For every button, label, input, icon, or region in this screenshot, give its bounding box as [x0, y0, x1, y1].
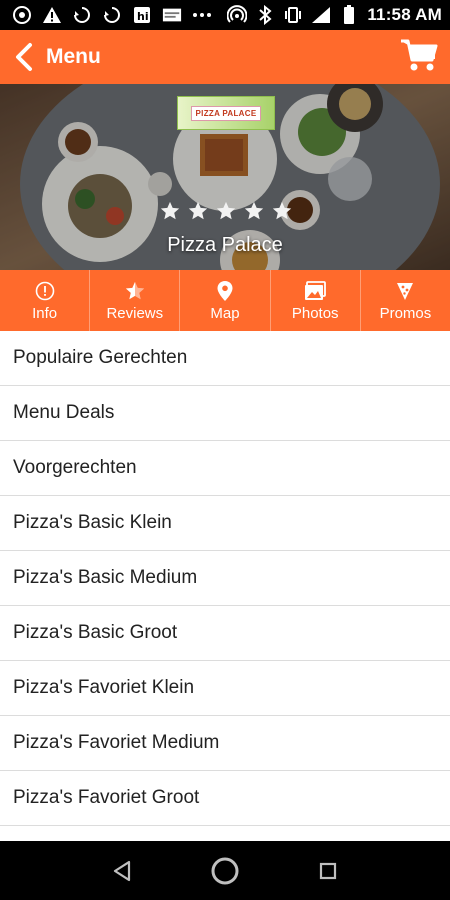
hotspot-icon: [227, 5, 248, 25]
more-dots-icon: [192, 5, 212, 25]
menu-category-item[interactable]: Pizza's Favoriet Groot: [0, 771, 450, 826]
menu-category-item[interactable]: Pizza's Basic Klein: [0, 496, 450, 551]
tab-label: Photos: [291, 304, 339, 322]
info-icon: [34, 280, 56, 302]
battery-icon: [339, 5, 359, 25]
tab-label: Reviews: [106, 304, 164, 322]
star-icon: [188, 201, 208, 220]
recycle-icon: [102, 5, 122, 25]
tab-map[interactable]: Map: [180, 270, 271, 331]
status-clock: 11:58 AM: [367, 5, 442, 24]
tab-reviews[interactable]: Reviews: [90, 270, 181, 331]
restaurant-tabs: Info Reviews Map Photos Promos: [0, 270, 450, 331]
menu-category-list: Populaire Gerechten Menu Deals Voorgerec…: [0, 331, 450, 841]
menu-category-item[interactable]: Pizza's Favoriet Medium: [0, 716, 450, 771]
menu-category-item[interactable]: Populaire Gerechten: [0, 331, 450, 386]
logo-text: PIZZA PALACE: [190, 105, 262, 121]
restaurant-hero: PIZZA PALACE Pizza Palace: [0, 84, 450, 270]
status-bar: hi 11:58 AM: [0, 0, 450, 30]
cart-button[interactable]: [398, 37, 440, 77]
cart-icon: [400, 38, 438, 77]
tab-photos[interactable]: Photos: [271, 270, 361, 331]
star-icon: [216, 201, 236, 220]
nav-home-button[interactable]: [205, 851, 245, 891]
tab-promos[interactable]: Promos: [361, 270, 450, 331]
recycle-icon: [72, 5, 92, 25]
page-title: Menu: [46, 45, 101, 68]
vibrate-icon: [283, 5, 303, 25]
bluetooth-icon: [255, 5, 275, 25]
nav-recents-button[interactable]: [308, 851, 348, 891]
warning-icon: [42, 5, 62, 25]
system-nav-bar: [0, 841, 450, 900]
news-app-icon: [162, 5, 182, 25]
menu-category-item[interactable]: Voorgerechten: [0, 441, 450, 496]
star-icon: [160, 201, 180, 220]
system-icons: 11:58 AM: [227, 5, 442, 25]
svg-text:hi: hi: [137, 10, 149, 23]
chrome-icon: [12, 5, 32, 25]
tab-label: Map: [210, 304, 240, 322]
restaurant-logo: PIZZA PALACE: [177, 96, 275, 130]
signal-icon: [311, 5, 331, 25]
hi-app-icon: hi: [132, 5, 152, 25]
photos-icon: [304, 280, 327, 302]
tab-label: Info: [32, 304, 58, 322]
menu-category-item[interactable]: Pizza's Basic Medium: [0, 551, 450, 606]
back-button[interactable]: Menu: [12, 42, 101, 72]
recents-square-icon: [320, 862, 337, 879]
star-icon: [272, 201, 292, 220]
home-circle-icon: [211, 857, 239, 884]
promo-tag-icon: [394, 280, 416, 302]
restaurant-name: Pizza Palace: [167, 234, 283, 256]
app-bar: Menu: [0, 30, 450, 84]
menu-category-item[interactable]: Menu Deals: [0, 386, 450, 441]
map-pin-icon: [214, 280, 236, 302]
notification-icons: hi: [12, 5, 212, 25]
menu-category-item[interactable]: Pizza's Favoriet Klein: [0, 661, 450, 716]
nav-back-button[interactable]: [102, 851, 142, 891]
back-triangle-icon: [113, 860, 130, 881]
menu-category-item[interactable]: Pizza's Basic Groot: [0, 606, 450, 661]
star-icon: [244, 201, 264, 220]
chevron-left-icon: [12, 42, 36, 72]
reviews-star-icon: [124, 280, 146, 302]
tab-label: Promos: [379, 304, 432, 322]
tab-info[interactable]: Info: [0, 270, 91, 331]
rating-stars: [0, 200, 450, 222]
